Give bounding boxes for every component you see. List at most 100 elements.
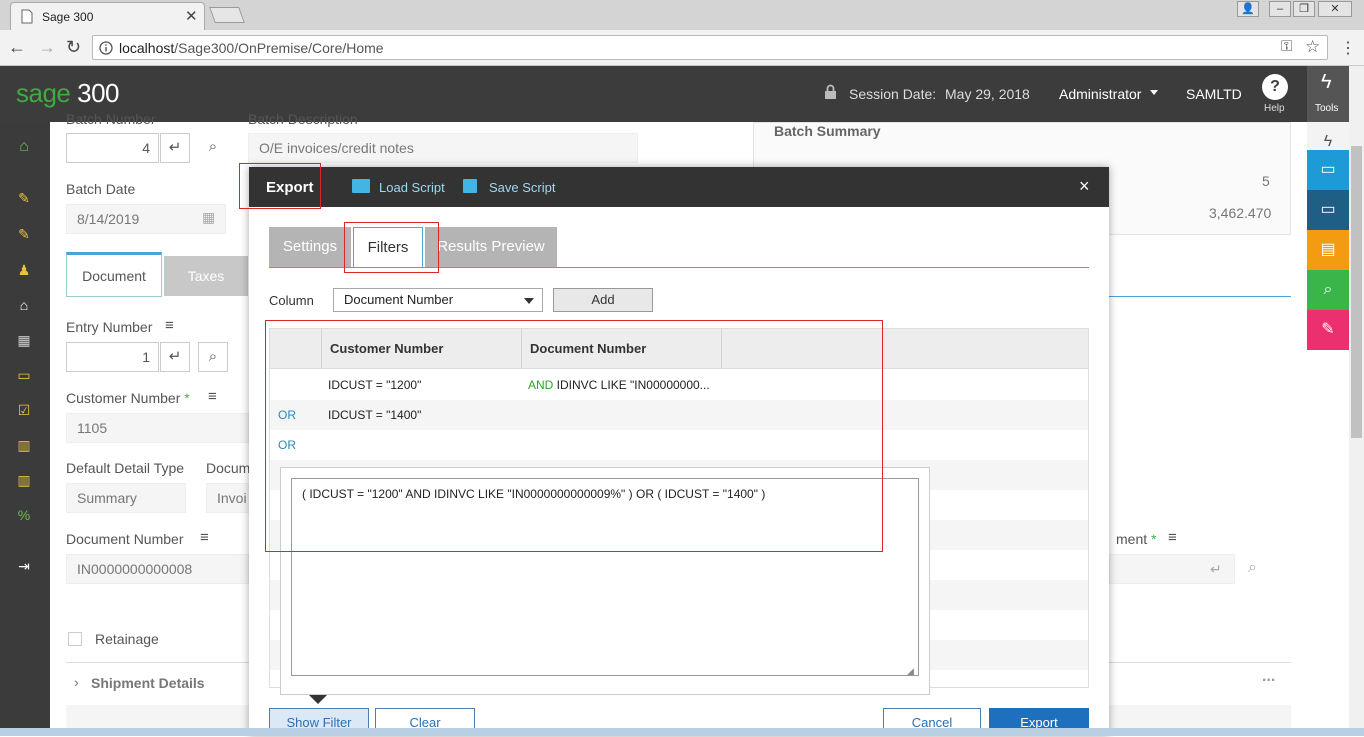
- chevron-right-icon[interactable]: ›: [74, 674, 79, 690]
- bank-icon[interactable]: ⌂: [16, 297, 32, 313]
- help-icon[interactable]: ?: [1262, 74, 1288, 100]
- browser-tab-title: Sage 300: [42, 10, 94, 24]
- calendar-icon[interactable]: ▦: [202, 209, 215, 226]
- help-label[interactable]: Help: [1264, 103, 1285, 114]
- sidebar-module-icon[interactable]: ✎: [16, 190, 32, 206]
- batch-number-field[interactable]: 4: [66, 133, 159, 163]
- percent-icon[interactable]: %: [16, 507, 32, 523]
- floppy-disk-icon[interactable]: [463, 179, 477, 193]
- session-date: May 29, 2018: [945, 86, 1030, 102]
- info-icon: [99, 41, 113, 55]
- list-icon[interactable]: ≡: [208, 388, 217, 405]
- back-icon[interactable]: ←: [8, 37, 26, 58]
- close-window-button[interactable]: ✕: [1318, 1, 1352, 17]
- tab-settings[interactable]: Settings: [269, 227, 351, 267]
- column-select[interactable]: Document Number: [333, 288, 543, 312]
- sidebar-module-icon[interactable]: ☑: [16, 402, 32, 418]
- document-type-select[interactable]: Invoi: [206, 483, 250, 513]
- sidebar-module-icon[interactable]: ✎: [16, 226, 32, 242]
- tools-button[interactable]: ϟ Tools: [1307, 66, 1349, 122]
- search-icon[interactable]: ⌕: [198, 133, 228, 163]
- lock-icon: [825, 84, 836, 99]
- sidebar-module-icon[interactable]: ♟: [16, 262, 32, 278]
- user-menu[interactable]: Administrator: [1059, 86, 1141, 102]
- resize-handle-icon[interactable]: ◢: [907, 666, 914, 677]
- new-tab-button[interactable]: [209, 7, 245, 23]
- summary-count: 5: [1262, 173, 1270, 189]
- restore-button[interactable]: ❐: [1293, 1, 1315, 17]
- browser-tab[interactable]: Sage 300 ✕: [10, 2, 205, 30]
- highlight-box: [265, 320, 883, 552]
- column-label: Column: [269, 293, 314, 308]
- shipment-details-header[interactable]: Shipment Details: [91, 675, 205, 691]
- enter-icon[interactable]: ↵: [1210, 561, 1222, 578]
- enter-icon[interactable]: ↵: [160, 133, 190, 163]
- batch-number-label: Batch Number: [66, 111, 156, 127]
- detail-type-select[interactable]: Summary: [66, 483, 186, 513]
- right-rail: ϟ ▭ ▭ ▤ ⌕ ✎: [1307, 122, 1349, 736]
- sidebar-module-icon[interactable]: ▥: [16, 437, 32, 453]
- user-menu-caret-icon[interactable]: [1150, 90, 1158, 95]
- retainage-label: Retainage: [95, 631, 159, 647]
- collapse-sidebar-icon[interactable]: ⇥: [16, 558, 32, 574]
- pen-icon[interactable]: ✎: [1307, 310, 1349, 350]
- sidebar-module-icon[interactable]: ▭: [16, 367, 32, 383]
- list-icon[interactable]: ≡: [1168, 529, 1177, 546]
- load-script-link[interactable]: Load Script: [379, 180, 445, 195]
- reload-icon[interactable]: ↻: [66, 37, 81, 58]
- scrollbar-thumb[interactable]: [1351, 146, 1362, 438]
- menu-icon[interactable]: ⋮: [1340, 38, 1356, 58]
- more-options-icon[interactable]: ...: [1262, 668, 1275, 686]
- add-button[interactable]: Add: [553, 288, 653, 312]
- document-icon[interactable]: ▤: [1307, 230, 1349, 270]
- profile-icon[interactable]: 👤: [1237, 1, 1259, 17]
- highlight-box: [344, 222, 439, 273]
- close-tab-icon[interactable]: ✕: [185, 7, 198, 25]
- address-bar[interactable]: localhost/Sage300/OnPremise/Core/Home ⚿ …: [92, 35, 1328, 60]
- sage-logo[interactable]: sage 300: [16, 78, 120, 109]
- sidebar-module-icon[interactable]: ▥: [16, 472, 32, 488]
- batch-description-label: Batch Description: [248, 111, 358, 127]
- key-icon[interactable]: ⚿: [1281, 38, 1292, 55]
- customer-number-field[interactable]: 1105: [66, 413, 249, 443]
- search-icon[interactable]: ⌕: [1307, 270, 1349, 310]
- tab-results-preview[interactable]: Results Preview: [425, 227, 557, 267]
- tab-divider: [1109, 296, 1291, 297]
- folder-icon[interactable]: [352, 179, 370, 193]
- search-icon[interactable]: ⌕: [198, 342, 228, 372]
- enter-icon[interactable]: ↵: [160, 342, 190, 372]
- highlight-box: [239, 163, 321, 209]
- summary-total: 3,462.470: [1209, 205, 1272, 221]
- list-icon[interactable]: ≡: [165, 317, 174, 334]
- save-script-link[interactable]: Save Script: [489, 180, 555, 195]
- browser-nav-bar: ← → ↻ localhost/Sage300/OnPremise/Core/H…: [0, 30, 1364, 66]
- popup-pointer: [309, 695, 327, 704]
- dropdown-caret-icon: [524, 298, 534, 304]
- tab-taxes[interactable]: Taxes: [164, 256, 248, 296]
- close-icon[interactable]: ×: [1079, 176, 1090, 197]
- left-sidebar: ⌂ ✎ ✎ ♟ ⌂ ▦ ▭ ☑ ▥ ▥ % ⇥: [0, 122, 50, 736]
- column-select-value: Document Number: [344, 292, 454, 307]
- entry-number-label: Entry Number: [66, 319, 153, 335]
- tools-label: Tools: [1315, 103, 1339, 114]
- company-name[interactable]: SAMLTD: [1186, 86, 1242, 102]
- batch-description-field[interactable]: O/E invoices/credit notes: [248, 133, 638, 163]
- dialog-header: Export Load Script Save Script ×: [249, 167, 1109, 207]
- url-text: localhost/Sage300/OnPremise/Core/Home: [119, 40, 384, 56]
- forward-icon[interactable]: →: [38, 37, 56, 58]
- list-icon[interactable]: ≡: [200, 529, 209, 546]
- entry-number-field[interactable]: 1: [66, 342, 159, 372]
- page-scrollbar[interactable]: [1349, 66, 1364, 736]
- retainage-checkbox[interactable]: [68, 632, 82, 646]
- adjustment-label: ment *: [1116, 531, 1157, 547]
- home-icon[interactable]: ⌂: [16, 139, 32, 155]
- window-icon[interactable]: ▭: [1307, 150, 1349, 190]
- search-icon[interactable]: ⌕: [1248, 559, 1257, 577]
- sidebar-module-icon[interactable]: ▦: [16, 332, 32, 348]
- minimize-button[interactable]: –: [1269, 1, 1291, 17]
- document-number-field[interactable]: IN0000000000008: [66, 554, 249, 584]
- star-icon[interactable]: ☆: [1305, 37, 1320, 57]
- document-type-label: Docum: [206, 460, 251, 476]
- window-clock-icon[interactable]: ▭: [1307, 190, 1349, 230]
- tab-document[interactable]: Document: [66, 252, 162, 297]
